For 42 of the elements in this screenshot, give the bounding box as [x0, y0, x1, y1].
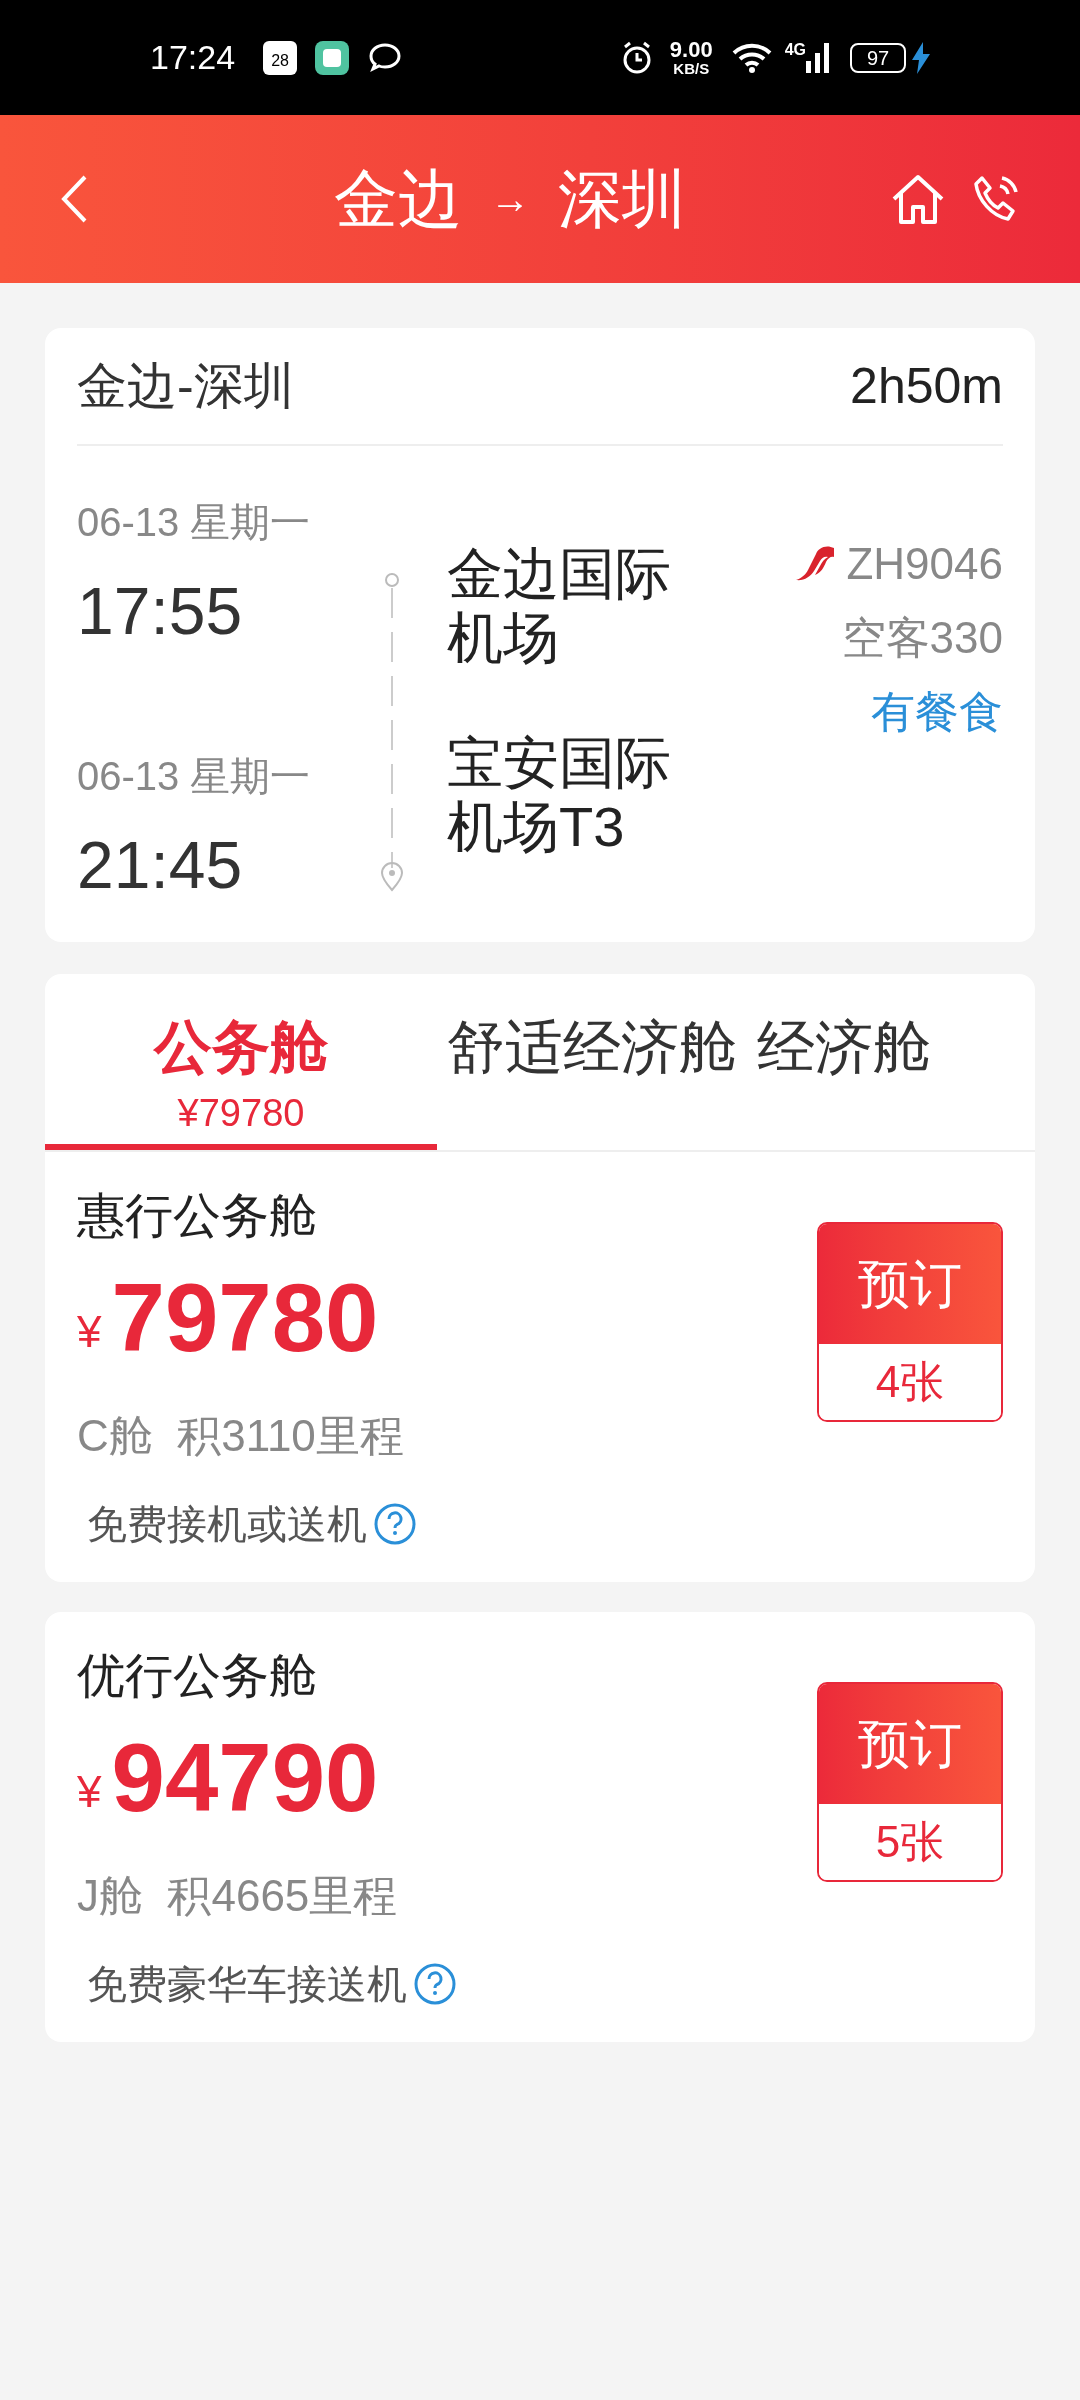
cabin-tab[interactable]: 舒适经济舱: [437, 974, 747, 1150]
arrival-airport: 宝安国际机场T3: [447, 730, 672, 860]
flight-duration: 2h50m: [850, 356, 1003, 416]
help-icon[interactable]: [373, 1502, 417, 1546]
departure-airport: 金边国际机场: [447, 542, 672, 671]
network-type: 4G: [784, 40, 806, 60]
help-icon[interactable]: [413, 1962, 457, 2006]
destination-city: 深圳: [558, 162, 686, 237]
signal-icon: [806, 42, 830, 73]
service-note: 免费豪华车接送机: [87, 1964, 407, 2004]
fare-price: 79780: [111, 1270, 379, 1366]
class-info: J舱 积4665里程: [77, 1874, 399, 1918]
home-icon[interactable]: [890, 173, 946, 225]
origin-city: 金边: [334, 162, 462, 237]
class-info: C舱 积3110里程: [77, 1414, 405, 1458]
net-speed: 9.00: [669, 39, 713, 61]
charging-icon: [912, 41, 930, 74]
departure-time: 17:55: [77, 578, 244, 644]
book-button[interactable]: 预订 5张: [817, 1682, 1003, 1882]
flight-number: ZH9046: [846, 542, 1003, 586]
fare-name: 惠行公务舱: [77, 1192, 318, 1240]
status-time: 17:24: [150, 37, 236, 78]
currency-symbol: ¥: [77, 1770, 102, 1814]
wifi-icon: [730, 42, 773, 73]
cabin-tab[interactable]: 经济舱: [747, 974, 941, 1150]
net-unit: KB/S: [673, 61, 710, 76]
meal-info: 有餐食: [871, 690, 1003, 734]
route-arrow: →: [490, 176, 530, 223]
book-button[interactable]: 预订 4张: [817, 1222, 1003, 1422]
app-icon: [315, 40, 350, 75]
battery-level: 97: [850, 42, 906, 73]
tab-price: ¥79780: [177, 1094, 305, 1132]
fare-name: 优行公务舱: [77, 1652, 318, 1700]
route-title: 金边-深圳: [77, 356, 294, 416]
currency-symbol: ¥: [77, 1310, 102, 1354]
arrival-time: 21:45: [77, 832, 244, 898]
calendar-icon: 28: [263, 40, 298, 75]
service-note: 免费接机或送机: [87, 1504, 367, 1544]
aircraft-type: 空客330: [841, 616, 1003, 660]
departure-date: 06-13 星期一: [77, 502, 312, 542]
arrival-date: 06-13 星期一: [77, 756, 312, 796]
fare-price: 94790: [111, 1730, 379, 1826]
